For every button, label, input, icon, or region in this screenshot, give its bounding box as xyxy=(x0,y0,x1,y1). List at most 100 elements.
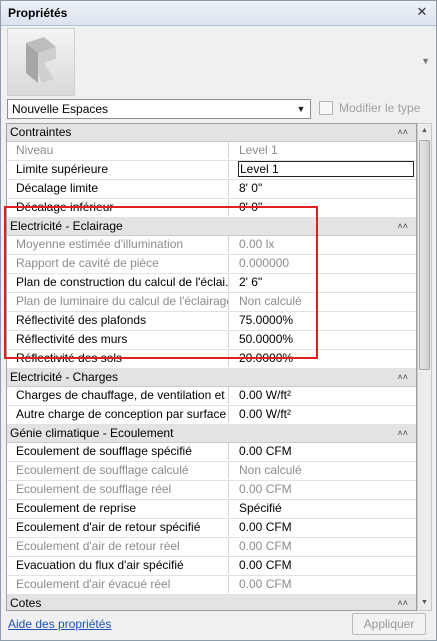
property-row: Ecoulement de soufflage calculé Non calcu… xyxy=(7,462,416,481)
property-row: Charges de chauffage, de ventilation et … xyxy=(7,387,416,406)
property-name: Ecoulement de soufflage réel xyxy=(7,481,229,498)
property-value: Non calculé xyxy=(239,463,302,477)
property-name: Ecoulement de reprise xyxy=(7,500,229,517)
property-value: 0.00 lx xyxy=(239,237,275,251)
collapse-chevron-icon[interactable]: ˄˄ xyxy=(397,218,408,235)
scroll-down-icon[interactable]: ▼ xyxy=(418,596,431,610)
collapse-chevron-icon[interactable]: ˄˄ xyxy=(397,124,408,141)
property-value[interactable]: 0.00 CFM xyxy=(239,557,414,574)
modify-type-button[interactable]: Modifier le type xyxy=(319,100,420,118)
property-name: Rapport de cavité de pièce xyxy=(7,255,229,272)
property-row: Plan de construction du calcul de l'écla… xyxy=(7,274,416,293)
property-name: Ecoulement d'air de retour spécifié xyxy=(7,519,229,536)
type-preview-panel: ▼ xyxy=(1,26,436,96)
property-name: Ecoulement d'air évacué réel xyxy=(7,576,229,593)
property-value[interactable]: 20.0000% xyxy=(239,350,414,367)
property-row: Autre charge de conception par surface 0.… xyxy=(7,406,416,425)
properties-grid: Contraintes ˄˄ Niveau Level 1 Limite supérie… xyxy=(6,123,417,611)
scrollbar-thumb[interactable] xyxy=(419,140,430,370)
property-name: Réflectivité des plafonds xyxy=(7,312,229,329)
property-name: Evacuation du flux d'air spécifié xyxy=(7,557,229,574)
scroll-up-icon[interactable]: ▲ xyxy=(418,124,431,138)
modify-type-label: Modifier le type xyxy=(339,100,421,115)
property-name: Décalage inférieur xyxy=(7,199,229,216)
property-name: Décalage limite xyxy=(7,180,229,197)
property-row: Ecoulement de soufflage réel 0.00 CFM xyxy=(7,481,416,500)
property-value[interactable]: 0' 0" xyxy=(239,199,414,216)
property-row: Ecoulement d'air de retour spécifié 0.00 … xyxy=(7,519,416,538)
property-row: Ecoulement d'air évacué réel 0.00 CFM xyxy=(7,576,416,595)
type-selector-dropdown[interactable]: Nouvelle Espaces ▼ xyxy=(7,99,311,119)
properties-help-link[interactable]: Aide des propriétés xyxy=(8,617,111,631)
property-value: 0.000000 xyxy=(239,256,290,270)
type-thumbnail xyxy=(7,28,75,96)
type-selector-value: Nouvelle Espaces xyxy=(12,102,109,116)
property-value: Non calculé xyxy=(239,294,302,308)
group-label: Cotes xyxy=(10,596,42,610)
property-row: Ecoulement de soufflage spécifié 0.00 CFM xyxy=(7,443,416,462)
property-value[interactable]: 0.00 CFM xyxy=(239,443,414,460)
property-row: Limite supérieure Level 1 xyxy=(7,161,416,180)
properties-window: Propriétés ✕ ▼ Nouvelle Espaces ▼ Modifi… xyxy=(0,0,437,641)
property-value: 0.00 CFM xyxy=(239,577,292,591)
group-label: Electricité - Charges xyxy=(10,370,119,384)
chevron-down-icon[interactable]: ▼ xyxy=(294,102,308,116)
property-row: Moyenne estimée d'illumination 0.00 lx xyxy=(7,236,416,255)
property-name: Limite supérieure xyxy=(7,161,229,178)
collapse-chevron-icon[interactable]: ˄˄ xyxy=(397,595,408,610)
property-name: Plan de construction du calcul de l'écla… xyxy=(7,274,229,291)
property-row: Niveau Level 1 xyxy=(7,142,416,161)
group-header[interactable]: Cotes ˄˄ xyxy=(7,595,416,610)
property-row: Réflectivité des sols 20.0000% xyxy=(7,350,416,369)
property-value[interactable]: Spécifié xyxy=(239,500,414,517)
property-value[interactable]: 0.00 W/ft² xyxy=(239,387,414,404)
property-value[interactable]: Level 1 xyxy=(238,161,414,177)
property-value: 0.00 CFM xyxy=(239,539,292,553)
property-row: Evacuation du flux d'air spécifié 0.00 CF… xyxy=(7,557,416,576)
property-value[interactable]: 2' 6" xyxy=(239,274,414,291)
property-row: Décalage inférieur 0' 0" xyxy=(7,199,416,218)
space-family-icon xyxy=(26,37,56,83)
edit-type-icon xyxy=(319,100,333,115)
vertical-scrollbar[interactable]: ▲ ▼ xyxy=(417,123,432,611)
group-label: Génie climatique - Ecoulement xyxy=(10,426,174,440)
property-name: Ecoulement d'air de retour réel xyxy=(7,538,229,555)
property-name: Réflectivité des sols xyxy=(7,350,229,367)
group-header[interactable]: Génie climatique - Ecoulement ˄˄ xyxy=(7,425,416,443)
property-row: Ecoulement d'air de retour réel 0.00 CFM xyxy=(7,538,416,557)
collapse-chevron-icon[interactable]: ˄˄ xyxy=(397,369,408,386)
group-label: Contraintes xyxy=(10,125,72,139)
property-row: Réflectivité des plafonds 75.0000% xyxy=(7,312,416,331)
property-row: Rapport de cavité de pièce 0.000000 xyxy=(7,255,416,274)
property-name: Plan de luminaire du calcul de l'éclaira… xyxy=(7,293,229,310)
property-row: Décalage limite 8' 0" xyxy=(7,180,416,199)
property-value[interactable]: 8' 0" xyxy=(239,180,414,197)
property-row: Plan de luminaire du calcul de l'éclaira… xyxy=(7,293,416,312)
type-expand-icon[interactable]: ▼ xyxy=(421,56,430,66)
group-header[interactable]: Contraintes ˄˄ xyxy=(7,124,416,142)
property-row: Réflectivité des murs 50.0000% xyxy=(7,331,416,350)
close-icon[interactable]: ✕ xyxy=(414,4,430,20)
property-name: Réflectivité des murs xyxy=(7,331,229,348)
group-header[interactable]: Electricité - Charges ˄˄ xyxy=(7,369,416,387)
footer: Aide des propriétés Appliquer xyxy=(1,611,436,640)
property-value[interactable]: 50.0000% xyxy=(239,331,414,348)
property-name: Charges de chauffage, de ventilation et … xyxy=(7,387,229,404)
property-name: Niveau xyxy=(7,142,229,159)
property-value[interactable]: 0.00 W/ft² xyxy=(239,406,414,423)
property-name: Ecoulement de soufflage spécifié xyxy=(7,443,229,460)
group-header[interactable]: Electricité - Eclairage ˄˄ xyxy=(7,218,416,236)
property-value: 0.00 CFM xyxy=(239,482,292,496)
property-value: Level 1 xyxy=(239,143,278,157)
window-title: Propriétés xyxy=(8,6,68,20)
apply-button[interactable]: Appliquer xyxy=(352,613,426,635)
property-value[interactable]: 0.00 CFM xyxy=(239,519,414,536)
property-name: Ecoulement de soufflage calculé xyxy=(7,462,229,479)
property-name: Autre charge de conception par surface xyxy=(7,406,229,423)
collapse-chevron-icon[interactable]: ˄˄ xyxy=(397,425,408,442)
property-value[interactable]: 75.0000% xyxy=(239,312,414,329)
title-bar: Propriétés ✕ xyxy=(1,1,436,26)
property-row: Ecoulement de reprise Spécifié xyxy=(7,500,416,519)
group-label: Electricité - Eclairage xyxy=(10,219,123,233)
property-name: Moyenne estimée d'illumination xyxy=(7,236,229,253)
